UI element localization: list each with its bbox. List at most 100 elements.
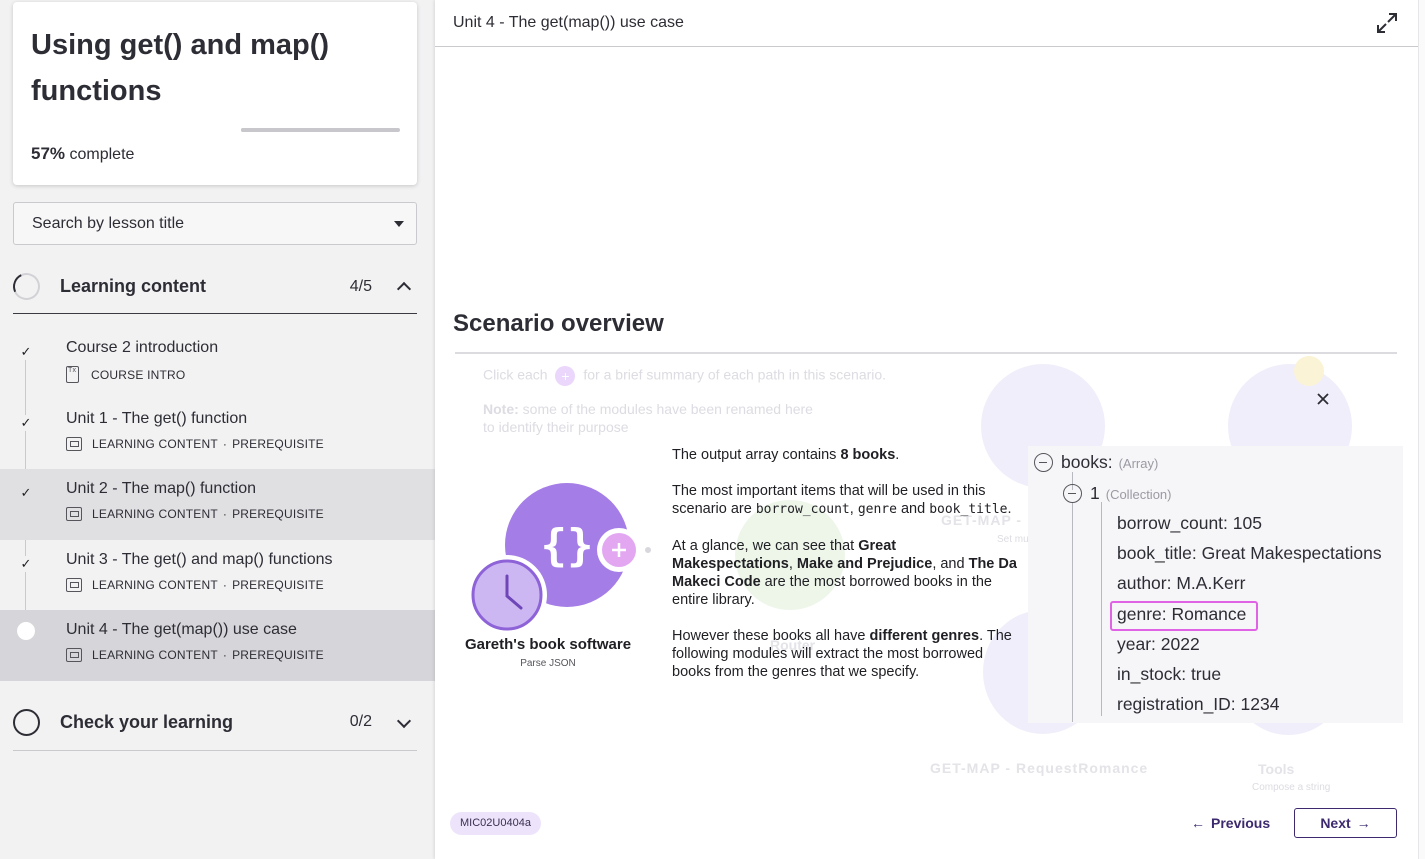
section-title: Check your learning bbox=[60, 711, 234, 732]
lesson-title: Unit 3 - The get() and map() functions bbox=[66, 550, 333, 568]
content-header: Unit 4 - The get(map()) use case bbox=[435, 0, 1418, 47]
lesson-item[interactable]: ✓ Unit 3 - The get() and map() functions… bbox=[0, 540, 435, 611]
meta-separator: · bbox=[222, 507, 228, 521]
desc-text: and bbox=[896, 501, 930, 517]
collapse-icon[interactable] bbox=[1063, 484, 1082, 503]
lesson-type: LEARNING CONTENT bbox=[92, 648, 218, 662]
lesson-code-badge: MIC02U0404a bbox=[450, 812, 541, 835]
tree-field-key: genre: bbox=[1117, 604, 1167, 624]
course-card: Using get() and map() functions 57% comp… bbox=[13, 2, 417, 185]
lesson-title: Unit 4 - The get(map()) use case bbox=[66, 621, 297, 638]
desc-bold: 8 books bbox=[840, 447, 896, 463]
meta-separator: · bbox=[222, 577, 228, 592]
desc-text: . bbox=[895, 447, 900, 463]
section-header-check-your-learning[interactable]: Check your learning 0/2 bbox=[13, 694, 417, 751]
lesson-item[interactable]: ✓ Unit 1 - The get() function LEARNING C… bbox=[0, 399, 435, 470]
plus-icon: + bbox=[555, 366, 576, 386]
scenario-divider bbox=[455, 352, 1397, 354]
tree-field: in_stock: true bbox=[1117, 664, 1221, 685]
search-placeholder: Search by lesson title bbox=[32, 214, 185, 232]
lesson-item[interactable]: ✓ Course 2 introduction Tx COURSE INTRO bbox=[0, 328, 435, 399]
tree-field-key: registration_ID: bbox=[1117, 694, 1236, 714]
tree-field-value: 2022 bbox=[1160, 634, 1200, 654]
tree-field-key: author: bbox=[1117, 573, 1172, 593]
collapse-icon[interactable] bbox=[1034, 453, 1053, 472]
desc-code: borrow_count bbox=[755, 502, 850, 517]
tree-field: author: M.A.Kerr bbox=[1117, 573, 1245, 594]
ghost-intro-prefix: Click each bbox=[483, 366, 548, 383]
course-title: Using get() and map() functions bbox=[31, 29, 330, 107]
lesson-tag: PREREQUISITE bbox=[232, 577, 324, 592]
lesson-type: LEARNING CONTENT bbox=[92, 507, 218, 521]
section-count: 0/2 bbox=[349, 713, 372, 730]
progress-suffix: complete bbox=[69, 146, 135, 163]
tree-type: (Array) bbox=[1118, 456, 1159, 471]
ghost-tools-sub: Compose a string bbox=[1252, 782, 1331, 793]
lesson-meta: LEARNING CONTENT · PREREQUISITE bbox=[66, 648, 324, 662]
module-name: Gareth's book software bbox=[464, 636, 632, 653]
tree-field-key: book_title: bbox=[1117, 543, 1197, 563]
ghost-intro-suffix: for a brief summary of each path in this… bbox=[583, 366, 887, 383]
tree-field: borrow_count: 105 bbox=[1117, 513, 1262, 534]
tree-connector bbox=[1101, 502, 1102, 716]
ghost-note: Note: some of the modules have been rena… bbox=[483, 401, 813, 417]
lesson-meta: LEARNING CONTENT · PREREQUISITE bbox=[66, 577, 324, 592]
tree-root-node: books: (Array) bbox=[1061, 452, 1158, 473]
course-progress-fill bbox=[241, 128, 332, 132]
desc-text: , bbox=[849, 501, 858, 517]
scenario-description: The output array contains 8 books. The m… bbox=[672, 446, 1018, 699]
progress-percent: 57% bbox=[31, 144, 66, 163]
ghost-badge-circle bbox=[1294, 356, 1324, 386]
lesson-item-current[interactable]: Unit 4 - The get(map()) use case LEARNIN… bbox=[0, 610, 435, 681]
desc-text: The output array contains bbox=[672, 447, 841, 463]
tree-field-key: borrow_count: bbox=[1117, 513, 1228, 533]
tree-connector bbox=[1072, 502, 1073, 722]
course-progress-bar bbox=[241, 128, 400, 132]
desc-code: book_title bbox=[929, 502, 1008, 517]
lesson-title: Course 2 introduction bbox=[66, 339, 219, 356]
desc-bold: different genres bbox=[869, 628, 980, 644]
lesson-item[interactable]: ✓ Unit 2 - The map() function LEARNING C… bbox=[0, 469, 435, 540]
previous-button[interactable]: ← Previous bbox=[1187, 808, 1274, 838]
tree-field: year: 2022 bbox=[1117, 634, 1200, 655]
lesson-title: Unit 2 - The map() function bbox=[66, 480, 257, 497]
document-icon: Tx bbox=[66, 366, 79, 383]
scenario-title: Scenario overview bbox=[453, 310, 664, 337]
ghost-intro-text: Click each + for a brief summary of each… bbox=[483, 366, 886, 386]
ghost-tools-label: Tools bbox=[1258, 761, 1295, 777]
expand-arrows-icon[interactable] bbox=[1376, 12, 1398, 34]
lesson-content-panel: Unit 4 - The get(map()) use case Scenari… bbox=[435, 0, 1418, 859]
module-subtitle: Parse JSON bbox=[520, 658, 576, 669]
lesson-type: LEARNING CONTENT bbox=[92, 436, 218, 451]
lesson-type: COURSE INTRO bbox=[91, 367, 186, 382]
lesson-meta: LEARNING CONTENT · PREREQUISITE bbox=[66, 436, 324, 451]
tree-field-key: in_stock: bbox=[1117, 664, 1187, 684]
progress-ring-icon bbox=[9, 269, 44, 304]
next-button[interactable]: Next → bbox=[1294, 808, 1397, 838]
chevron-up-icon[interactable] bbox=[396, 281, 412, 297]
chevron-down-icon[interactable] bbox=[396, 713, 412, 729]
tree-item-node: 1 (Collection) bbox=[1090, 483, 1171, 504]
tree-key: 1 bbox=[1090, 483, 1100, 503]
meta-separator: · bbox=[222, 648, 228, 662]
window-scrollbar[interactable] bbox=[1418, 0, 1425, 859]
lesson-tag: PREREQUISITE bbox=[232, 507, 324, 521]
arrow-right-icon: → bbox=[1356, 815, 1371, 831]
lesson-meta: LEARNING CONTENT · PREREQUISITE bbox=[66, 507, 324, 521]
desc-paragraph-2: The most important items that will be us… bbox=[672, 482, 1018, 519]
tree-field-value: M.A.Kerr bbox=[1176, 573, 1246, 593]
ghost-note-2: to identify their purpose bbox=[483, 419, 629, 435]
lesson-title: Unit 1 - The get() function bbox=[66, 409, 248, 427]
section-title: Learning content bbox=[60, 276, 207, 296]
desc-paragraph-3: At a glance, we can see that Great Makes… bbox=[672, 537, 1018, 609]
course-progress-text: 57% complete bbox=[31, 144, 134, 164]
learning-content-icon bbox=[66, 648, 82, 662]
close-icon[interactable] bbox=[1315, 391, 1331, 407]
ghost-request-label: GET-MAP - RequestRomance bbox=[930, 760, 1149, 776]
lesson-search-select[interactable]: Search by lesson title bbox=[13, 202, 417, 245]
tree-field: book_title: Great Makespectations bbox=[1117, 543, 1382, 564]
caret-down-icon bbox=[394, 221, 404, 227]
check-icon: ✓ bbox=[18, 414, 34, 431]
tree-field-value: 105 bbox=[1232, 513, 1262, 533]
section-header-learning-content[interactable]: Learning content 4/5 bbox=[9, 260, 417, 314]
